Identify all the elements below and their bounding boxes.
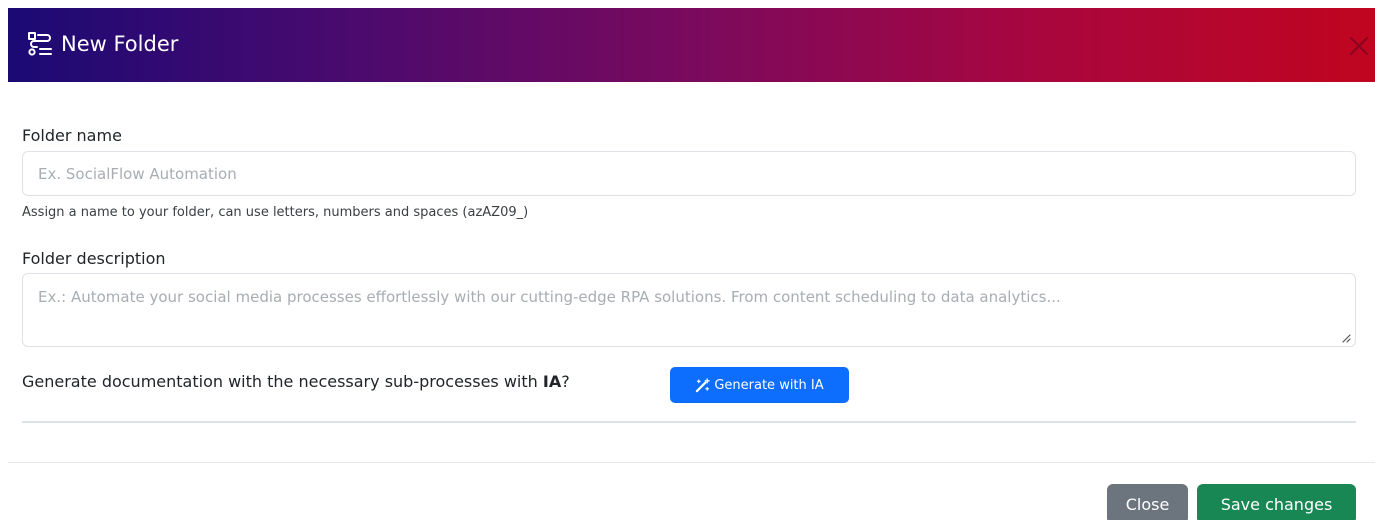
section-divider bbox=[22, 421, 1356, 423]
new-folder-modal: New Folder Folder name Assign a name to … bbox=[0, 0, 1375, 520]
route-icon bbox=[28, 32, 52, 56]
save-changes-button[interactable]: Save changes bbox=[1197, 484, 1356, 520]
modal-title: New Folder bbox=[61, 32, 179, 56]
resize-handle-icon[interactable] bbox=[1341, 333, 1351, 343]
close-icon[interactable] bbox=[1345, 32, 1373, 60]
folder-name-label: Folder name bbox=[22, 126, 122, 145]
generate-prompt: Generate documentation with the necessar… bbox=[22, 372, 570, 391]
generate-with-ia-button[interactable]: Generate with IA bbox=[670, 367, 849, 403]
generate-button-label: Generate with IA bbox=[714, 377, 824, 393]
folder-description-label: Folder description bbox=[22, 249, 166, 268]
close-button[interactable]: Close bbox=[1107, 484, 1188, 520]
generate-prompt-emphasis: IA bbox=[542, 372, 562, 391]
footer-divider bbox=[8, 462, 1375, 463]
generate-prompt-suffix: ? bbox=[561, 372, 570, 391]
folder-name-input[interactable] bbox=[22, 151, 1356, 196]
folder-description-textarea[interactable] bbox=[22, 273, 1356, 347]
folder-name-help-text: Assign a name to your folder, can use le… bbox=[22, 205, 529, 220]
modal-header: New Folder bbox=[8, 8, 1375, 82]
magic-wand-icon bbox=[696, 377, 711, 392]
generate-prompt-text: Generate documentation with the necessar… bbox=[22, 372, 543, 391]
